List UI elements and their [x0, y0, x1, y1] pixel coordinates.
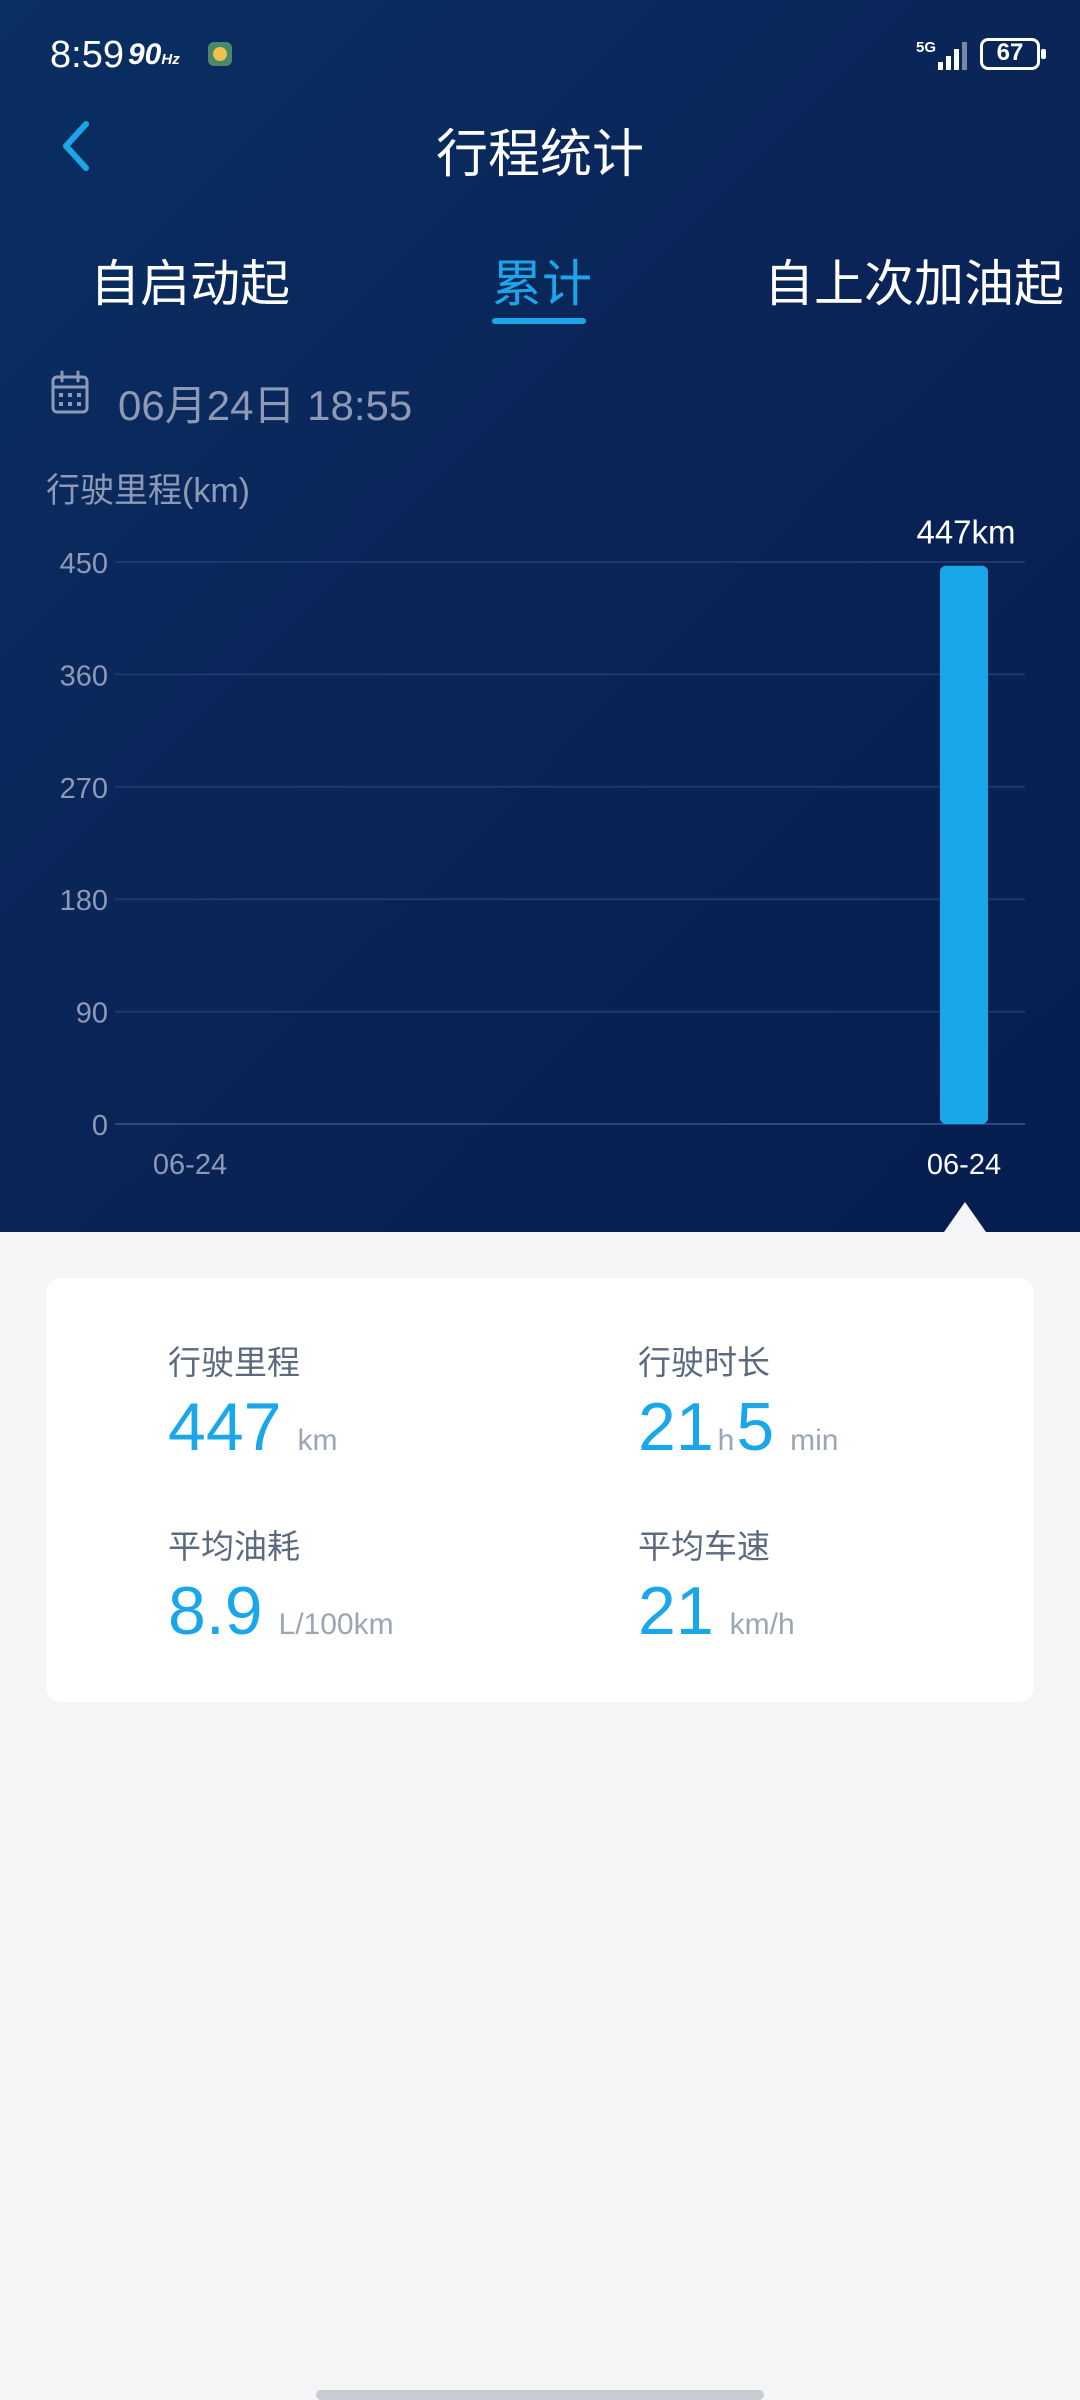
- refresh-rate-indicator: 90Hz: [128, 38, 180, 72]
- tab-since-refuel[interactable]: 自上次加油起: [764, 244, 1064, 316]
- tab-total[interactable]: 累计: [492, 244, 592, 316]
- y-tick-label: 180: [60, 885, 108, 917]
- y-tick-label: 90: [76, 998, 108, 1030]
- stat-duration-minutes-unit: min: [790, 1424, 839, 1457]
- stat-mileage-label: 行驶里程: [168, 1344, 300, 1381]
- network-type: 5G: [916, 39, 936, 56]
- tab-indicator: [492, 318, 586, 324]
- y-tick-label: 270: [60, 773, 108, 805]
- stat-speed-value: 21: [638, 1573, 714, 1649]
- x-tick-label: 06-24: [927, 1149, 1001, 1181]
- y-axis-title: 行驶里程(km): [46, 472, 250, 510]
- battery-level: 67: [996, 39, 1024, 66]
- selected-date[interactable]: 06月24日 18:55: [118, 372, 412, 433]
- stat-fuel-unit: L/100km: [278, 1608, 394, 1641]
- stat-duration-hours: 21: [638, 1389, 714, 1465]
- x-tick-label: 06-24: [153, 1149, 227, 1181]
- stat-duration-label: 行驶时长: [638, 1344, 770, 1381]
- stats-card: 行驶里程 447 km 行驶时长 21 h5 min 平均油耗 8.9 L/100km …: [46, 1278, 1034, 1702]
- stat-mileage-value: 447: [168, 1389, 282, 1465]
- signal-icon: 5G: [916, 39, 967, 70]
- home-indicator[interactable]: [316, 2390, 764, 2400]
- status-time: 8:59: [50, 34, 124, 76]
- mileage-bar-chart: 行驶里程(km) 0 90 180 270 360 450 06-24 06-24 447km: [46, 472, 1025, 1181]
- page-title: 行程统计: [435, 126, 644, 184]
- app-notification-icon: [208, 42, 232, 66]
- stat-speed: 平均车速 21 km/h: [638, 1520, 795, 1650]
- battery-icon: 67: [980, 38, 1046, 70]
- stat-fuel-label: 平均油耗: [168, 1528, 300, 1565]
- status-bar: 8:59 90Hz 5G 67: [0, 0, 1080, 110]
- stat-speed-unit: km/h: [729, 1608, 795, 1641]
- refresh-rate-value: 90: [128, 38, 162, 71]
- y-tick-label: 0: [92, 1110, 108, 1142]
- refresh-rate-unit: Hz: [161, 51, 180, 68]
- stat-duration-minutes: 5: [736, 1389, 775, 1465]
- stat-duration-hours-unit: h: [717, 1424, 735, 1457]
- stat-duration: 行驶时长 21 h5 min: [638, 1336, 839, 1466]
- stat-speed-label: 平均车速: [638, 1528, 770, 1565]
- y-tick-label: 450: [60, 548, 108, 580]
- y-tick-label: 360: [60, 660, 108, 692]
- calendar-icon[interactable]: [50, 370, 90, 416]
- chart-bar[interactable]: [940, 565, 988, 1124]
- tab-since-start[interactable]: 自启动起: [90, 244, 290, 316]
- stat-mileage-unit: km: [297, 1424, 338, 1457]
- stat-mileage: 行驶里程 447 km: [168, 1336, 337, 1466]
- selected-bar-pointer: [944, 1202, 986, 1232]
- bar-value-label: 447km: [916, 514, 1015, 551]
- stat-fuel-value: 8.9: [168, 1573, 263, 1649]
- stat-fuel: 平均油耗 8.9 L/100km: [168, 1520, 394, 1650]
